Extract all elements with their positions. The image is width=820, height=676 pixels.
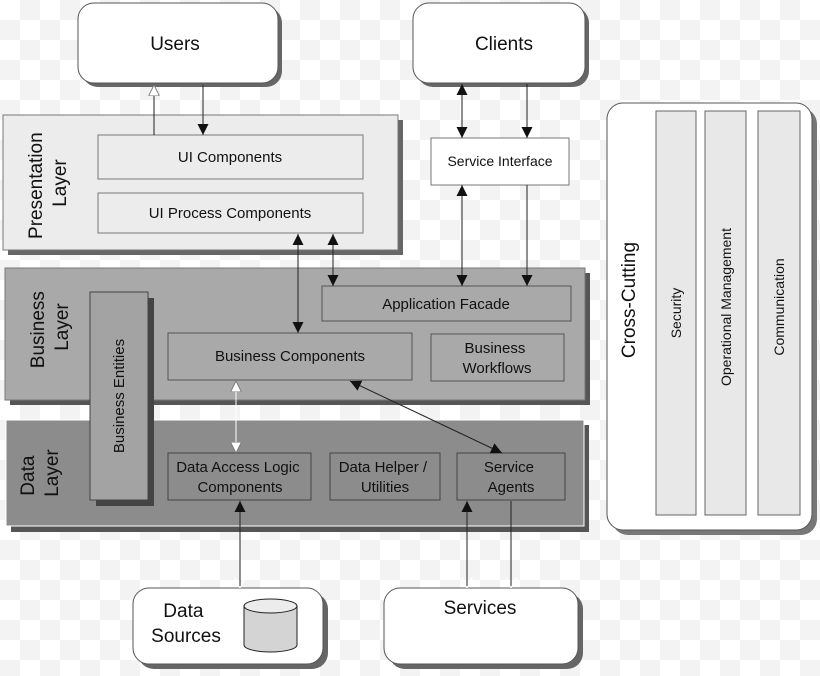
application-facade-label: Application Facade (382, 296, 510, 313)
cross-cutting-panel: Cross-Cutting Security Operational Manag… (606, 102, 817, 535)
ui-components-label: UI Components (178, 149, 282, 166)
architecture-diagram: Users Clients Presentation Layer UI Comp… (0, 0, 820, 676)
data-sources-box: Data Sources (132, 587, 328, 669)
services-label: Services (444, 598, 517, 619)
services-box: Services (383, 587, 583, 669)
business-entities-box: Business Entities (89, 291, 154, 506)
diagram-canvas: Users Clients Presentation Layer UI Comp… (2, 2, 817, 669)
users-box: Users (77, 2, 282, 87)
clients-box: Clients (412, 2, 589, 87)
presentation-layer: Presentation Layer UI Components UI Proc… (2, 114, 403, 255)
operational-management-label: Operational Management (718, 228, 734, 386)
ui-process-components-label: UI Process Components (149, 205, 312, 222)
users-label: Users (150, 34, 200, 55)
service-interface-box: Service Interface (430, 137, 570, 186)
service-interface-label: Service Interface (447, 153, 552, 169)
security-label: Security (668, 288, 684, 339)
database-icon (243, 598, 298, 653)
cross-cutting-label: Cross-Cutting (619, 242, 640, 358)
communication-label: Communication (771, 258, 787, 355)
business-entities-label: Business Entities (111, 339, 128, 453)
clients-label: Clients (475, 34, 533, 55)
business-components-label: Business Components (215, 348, 365, 365)
